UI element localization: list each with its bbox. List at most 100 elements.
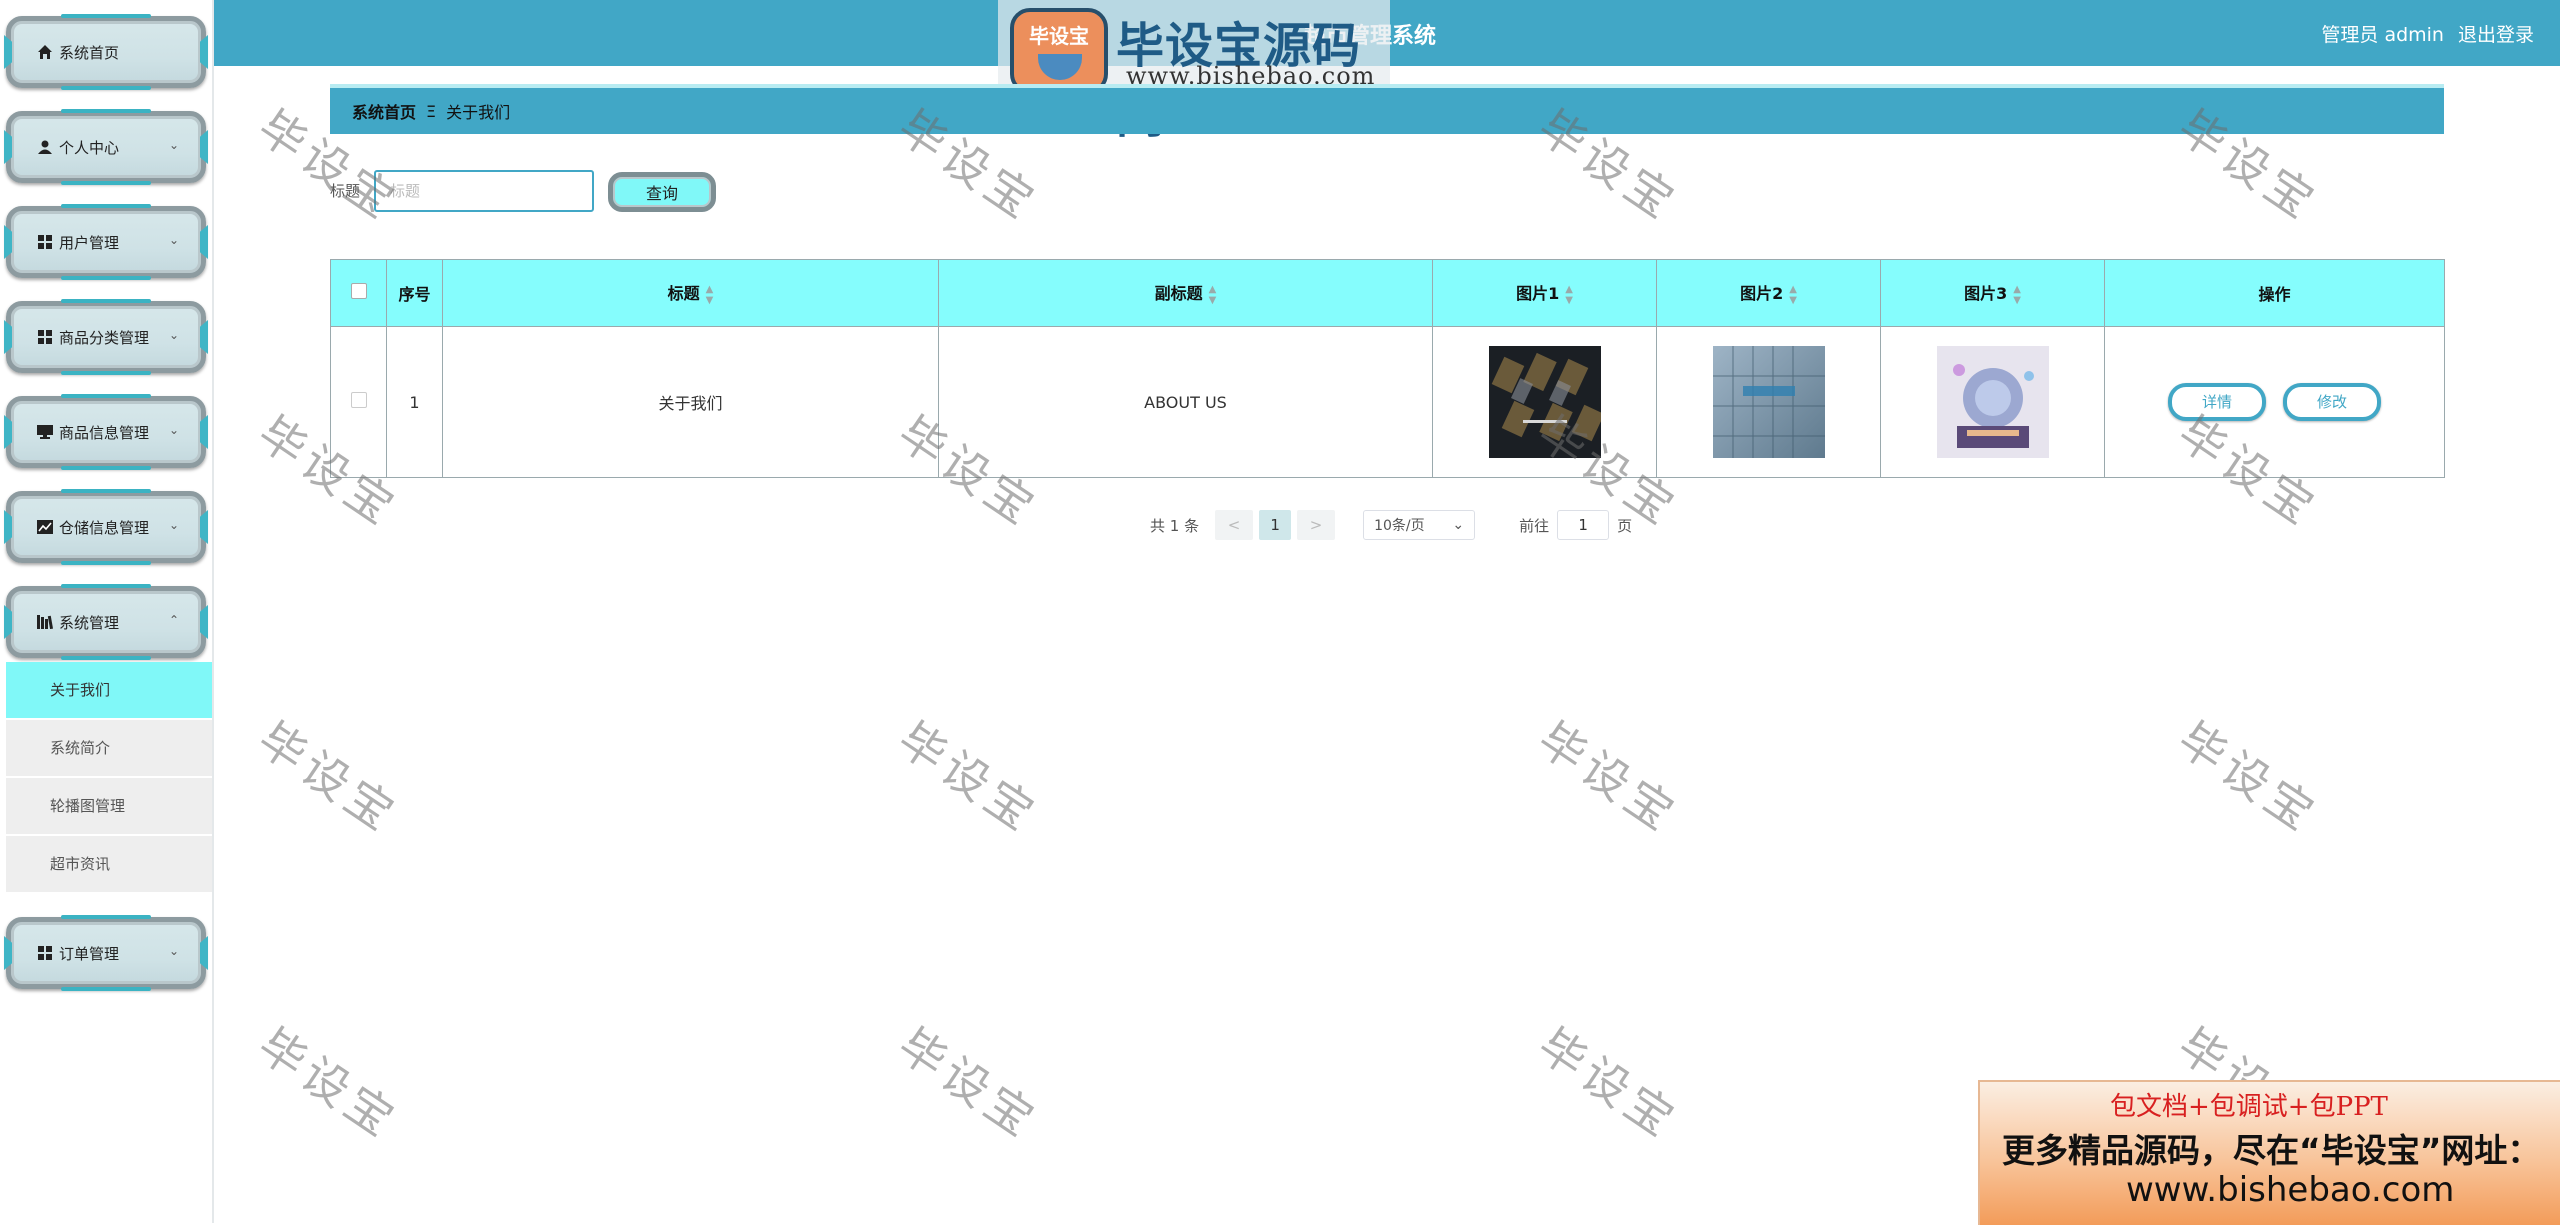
grid-icon: [37, 234, 53, 250]
watermark: 毕设宝: [888, 711, 1049, 844]
breadcrumb-current: 关于我们: [446, 103, 511, 122]
watermark: 毕设宝: [248, 711, 409, 844]
sidebar-item-products[interactable]: 商品信息管理 ⌄: [4, 396, 208, 468]
submenu-item-intro[interactable]: 系统简介: [6, 720, 212, 778]
promo-line-3: www.bishebao.com: [2126, 1170, 2455, 1210]
sidebar-item-orders[interactable]: 订单管理 ⌄: [4, 917, 208, 989]
col-pic3[interactable]: 图片3 ▲ ▼: [1880, 259, 2105, 327]
chevron-down-icon: ⌄: [168, 944, 179, 958]
chevron-down-icon: ⌄: [168, 138, 179, 152]
page-number-1[interactable]: 1: [1259, 510, 1292, 540]
sidebar-item-label: 仓储信息管理: [59, 518, 150, 537]
sort-icon: ▲ ▼: [2013, 283, 2021, 306]
col-pic1[interactable]: 图片1 ▲ ▼: [1432, 259, 1657, 327]
row-subtitle: ABOUT US: [938, 326, 1433, 478]
sort-icon: ▲ ▼: [1208, 283, 1217, 306]
col-index: 序号: [386, 259, 443, 327]
chevron-down-icon: ⌄: [168, 518, 179, 532]
chevron-down-icon: ⌄: [168, 328, 179, 342]
sidebar-item-home[interactable]: 系统首页: [4, 16, 208, 88]
goto-page-input[interactable]: 1: [1557, 510, 1610, 540]
sidebar-item-profile[interactable]: 个人中心 ⌄: [4, 111, 208, 183]
submenu-item-news[interactable]: 超市资讯: [6, 836, 212, 894]
monitor-icon: [37, 424, 53, 440]
breadcrumb-separator: Ξ: [426, 101, 437, 121]
image-thumbnail[interactable]: [1936, 346, 2049, 458]
home-icon: [37, 44, 53, 60]
breadcrumb-home[interactable]: 系统首页: [352, 99, 416, 123]
chevron-down-icon: ⌄: [1452, 517, 1465, 533]
row-select-cell: [330, 326, 387, 478]
submenu-item-about[interactable]: 关于我们: [6, 662, 212, 720]
logo-badge: 毕设宝: [1010, 8, 1108, 94]
submenu-item-carousel[interactable]: 轮播图管理: [6, 778, 212, 836]
goto-prefix: 前往: [1519, 516, 1550, 535]
promo-line-2: 更多精品源码，尽在“毕设宝”网址：: [2002, 1131, 2541, 1170]
col-actions: 操作: [2104, 259, 2445, 327]
breadcrumb: 系统首页 Ξ 关于我们: [330, 84, 2444, 134]
grid-icon: [37, 329, 53, 345]
row-pic1: [1432, 326, 1657, 478]
sidebar-item-category[interactable]: 商品分类管理 ⌄: [4, 301, 208, 373]
row-title: 关于我们: [442, 326, 939, 478]
row-pic2: [1656, 326, 1881, 478]
sidebar-item-label: 系统首页: [59, 43, 120, 62]
prev-page-button[interactable]: <: [1215, 510, 1254, 540]
search-input[interactable]: [374, 170, 594, 212]
sort-icon: ▲ ▼: [1565, 283, 1573, 306]
col-subtitle[interactable]: 副标题 ▲ ▼: [938, 259, 1433, 327]
next-page-button[interactable]: >: [1297, 510, 1336, 540]
detail-button[interactable]: 详情: [2167, 383, 2266, 421]
col-pic2[interactable]: 图片2 ▲ ▼: [1656, 259, 1881, 327]
col-title[interactable]: 标题 ▲ ▼: [442, 259, 939, 327]
row-index: 1: [386, 326, 443, 478]
data-table: 序号 标题 ▲ ▼ 副标题 ▲ ▼ 图片1 ▲ ▼ 图片2 ▲ ▼ 图片3 ▲ ▼ 操作 1 关于我…: [330, 259, 2445, 478]
sidebar-item-label: 用户管理: [59, 233, 120, 252]
watermark: 毕设宝: [2168, 711, 2329, 844]
sidebar: 系统首页 个人中心 ⌄ 用户管理 ⌄ 商品分类管理 ⌄ 商品信息管理 ⌄ 仓储信…: [0, 0, 214, 1223]
sidebar-item-label: 个人中心: [59, 138, 120, 157]
search-button[interactable]: 查询: [608, 172, 716, 212]
select-all-checkbox[interactable]: [350, 283, 367, 299]
search-label: 标题: [330, 182, 361, 200]
row-actions: 详情 修改: [2104, 326, 2445, 478]
row-checkbox[interactable]: [350, 392, 367, 408]
sidebar-item-label: 系统管理: [59, 613, 120, 632]
select-all-cell: [330, 259, 387, 327]
chart-icon: [37, 519, 53, 535]
image-thumbnail[interactable]: [1488, 346, 1601, 458]
user-label: 管理员 admin: [2321, 24, 2444, 46]
sidebar-item-label: 商品信息管理: [59, 423, 150, 442]
sidebar-item-storage[interactable]: 仓储信息管理 ⌄: [4, 491, 208, 563]
sort-icon: ▲ ▼: [705, 283, 714, 306]
image-thumbnail[interactable]: [1712, 346, 1825, 458]
chevron-up-icon: ⌃: [168, 613, 179, 627]
sidebar-item-label: 商品分类管理: [59, 328, 150, 347]
watermark: 毕设宝: [888, 1017, 1049, 1150]
user-area: 管理员 admin 退出登录: [2321, 20, 2534, 47]
system-submenu: 关于我们 系统简介 轮播图管理 超市资讯: [6, 662, 212, 894]
grid-icon: [37, 945, 53, 961]
table-row: 1 关于我们 ABOUT US 详情 修改: [330, 326, 2445, 478]
watermark: 毕设宝: [1528, 1017, 1689, 1150]
page-size-select[interactable]: 10条/页 ⌄: [1363, 510, 1476, 540]
chevron-down-icon: ⌄: [168, 423, 179, 437]
edit-button[interactable]: 修改: [2283, 383, 2382, 421]
sort-icon: ▲ ▼: [1789, 283, 1797, 306]
sidebar-item-users[interactable]: 用户管理 ⌄: [4, 206, 208, 278]
watermark: 毕设宝: [248, 1017, 409, 1150]
watermark: 毕设宝: [1528, 711, 1689, 844]
chevron-down-icon: ⌄: [168, 233, 179, 247]
pagination-total: 共 1 条: [1150, 516, 1200, 535]
user-icon: [37, 139, 53, 155]
sidebar-item-system[interactable]: 系统管理 ⌃: [4, 586, 208, 658]
library-icon: [37, 614, 53, 630]
logout-link[interactable]: 退出登录: [2458, 24, 2534, 46]
pagination: 共 1 条 < 1 > 10条/页 ⌄ 前往 1 页: [1150, 510, 1632, 540]
promo-banner: 包文档+包调试+包PPT 更多精品源码，尽在“毕设宝”网址： www.bishe…: [1978, 1080, 2560, 1225]
promo-line-1: 包文档+包调试+包PPT: [2110, 1092, 2388, 1122]
table-header-row: 序号 标题 ▲ ▼ 副标题 ▲ ▼ 图片1 ▲ ▼ 图片2 ▲ ▼ 图片3 ▲ ▼ 操作: [330, 259, 2445, 327]
row-pic3: [1880, 326, 2105, 478]
goto-suffix: 页: [1617, 516, 1633, 535]
sidebar-item-label: 订单管理: [59, 944, 120, 963]
